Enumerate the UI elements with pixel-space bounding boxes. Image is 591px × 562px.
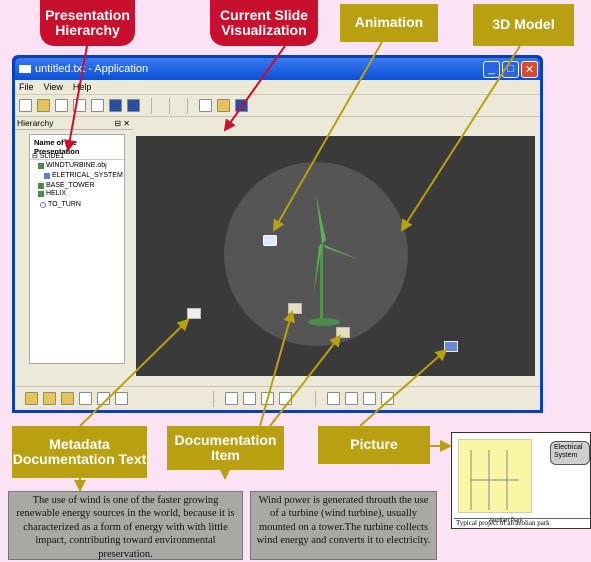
document-icon[interactable] bbox=[91, 99, 104, 112]
electrical-system-box: Electrical System bbox=[550, 441, 590, 465]
folder-icon[interactable] bbox=[217, 99, 230, 112]
picture-preview: Aeolian Park Electrical System Typical p… bbox=[451, 432, 591, 529]
menu-file[interactable]: File bbox=[19, 82, 34, 92]
tree-node-electrical[interactable]: ELETRICAL_SYSTEM bbox=[44, 172, 123, 179]
zoom-in-icon[interactable] bbox=[327, 392, 340, 405]
check-icon[interactable] bbox=[73, 99, 86, 112]
3d-model-callout: 3D Model bbox=[473, 4, 574, 46]
wizard-icon[interactable] bbox=[199, 99, 212, 112]
tree-node-slide1[interactable]: ⊟ SLIDE1 bbox=[32, 152, 64, 161]
tree-node-to-turn[interactable]: TO_TURN bbox=[40, 201, 81, 208]
model-bubble bbox=[224, 162, 408, 346]
add-note-icon[interactable] bbox=[115, 392, 128, 405]
tools-icon[interactable] bbox=[225, 392, 238, 405]
minimize-button[interactable]: _ bbox=[483, 60, 500, 78]
refresh-icon[interactable] bbox=[363, 392, 376, 405]
main-toolbar bbox=[15, 95, 540, 117]
tree-node-label: WINDTURBINE.obj bbox=[46, 162, 107, 169]
documentation-item-callout: Documentation Item bbox=[167, 426, 284, 470]
undo-icon[interactable] bbox=[55, 99, 68, 112]
animation-marker-icon[interactable] bbox=[263, 235, 277, 246]
tree-node-label: HELIX bbox=[46, 190, 67, 197]
app-icon bbox=[19, 65, 31, 73]
preview-icon[interactable] bbox=[235, 99, 248, 112]
move-icon[interactable] bbox=[279, 392, 292, 405]
title-bar: untitled.txt - Application _ □ ✕ bbox=[15, 58, 540, 80]
tree-node-label: TO_TURN bbox=[48, 201, 81, 208]
turbine-tower bbox=[320, 244, 323, 324]
object-icon bbox=[38, 182, 44, 189]
add-doc-icon[interactable] bbox=[79, 392, 92, 405]
metadata-callout: Metadata Documentation Text bbox=[12, 426, 147, 478]
metadata-text-icon[interactable] bbox=[187, 308, 201, 319]
slide-viewport[interactable] bbox=[136, 136, 535, 376]
viewport-scene bbox=[224, 162, 408, 346]
menu-help[interactable]: Help bbox=[73, 82, 92, 92]
documentation-item-text: Wind power is generated throuth the use … bbox=[250, 491, 437, 560]
window-client: File View Help Hierarchy ⊟ ✕ Name of the… bbox=[15, 80, 540, 410]
panel-controls[interactable]: ⊟ ✕ bbox=[114, 119, 130, 128]
menu-view[interactable]: View bbox=[44, 82, 63, 92]
turbines-sketch bbox=[470, 450, 519, 510]
add-image-icon[interactable] bbox=[61, 392, 74, 405]
documentation-item-icon[interactable] bbox=[336, 327, 350, 338]
application-window: untitled.txt - Application _ □ ✕ File Vi… bbox=[12, 55, 543, 413]
object-icon bbox=[38, 162, 44, 169]
metadata-description-text: The use of wind is one of the faster gro… bbox=[8, 491, 243, 560]
open-folder-icon[interactable] bbox=[37, 99, 50, 112]
zoom-out-icon[interactable] bbox=[345, 392, 358, 405]
hierarchy-tree: Name of the Presentation ⊟ SLIDE1 WINDTUR… bbox=[29, 134, 125, 364]
tree-node-label: ELETRICAL_SYSTEM bbox=[52, 172, 123, 179]
hierarchy-panel-title: Hierarchy bbox=[17, 118, 54, 128]
add-folder-icon[interactable] bbox=[25, 392, 38, 405]
current-slide-callout: Current Slide Visualization bbox=[210, 0, 318, 46]
animation-callout: Animation bbox=[340, 4, 438, 42]
close-button[interactable]: ✕ bbox=[521, 60, 538, 78]
add-item-icon[interactable] bbox=[43, 392, 56, 405]
pan-icon[interactable] bbox=[381, 392, 394, 405]
save-icon[interactable] bbox=[109, 99, 122, 112]
documentation-item-icon[interactable] bbox=[288, 303, 302, 314]
object-icon bbox=[38, 190, 44, 197]
new-file-icon[interactable] bbox=[19, 99, 32, 112]
turbine-base bbox=[308, 318, 340, 326]
tree-node-label: BASE_TOWER bbox=[46, 182, 95, 189]
window-title: untitled.txt - Application bbox=[35, 63, 149, 75]
maximize-button[interactable]: □ bbox=[502, 60, 519, 78]
aeolian-park-drawing: Aeolian Park bbox=[458, 439, 532, 524]
picture-caption: Typical project of an'aeolian park bbox=[454, 518, 590, 527]
doc-icon bbox=[44, 172, 50, 179]
bottom-toolbar bbox=[15, 386, 540, 410]
menu-bar: File View Help bbox=[15, 80, 540, 95]
rotate-icon[interactable] bbox=[243, 392, 256, 405]
tree-node-label: SLIDE1 bbox=[39, 152, 64, 160]
tree-node-windturbine[interactable]: WINDTURBINE.obj bbox=[38, 162, 107, 169]
save-all-icon[interactable] bbox=[127, 99, 140, 112]
tree-node-helix[interactable]: HELIX bbox=[38, 190, 66, 197]
picture-callout: Picture bbox=[318, 426, 430, 464]
hierarchy-panel-header: Hierarchy ⊟ ✕ bbox=[15, 117, 133, 130]
tree-node-base-tower[interactable]: BASE_TOWER bbox=[38, 182, 95, 189]
crop-icon[interactable] bbox=[261, 392, 274, 405]
picture-marker-icon[interactable] bbox=[444, 341, 458, 352]
animation-icon bbox=[40, 201, 46, 208]
add-document-icon[interactable] bbox=[97, 392, 110, 405]
presentation-hierarchy-callout: Presentation Hierarchy bbox=[40, 0, 135, 46]
